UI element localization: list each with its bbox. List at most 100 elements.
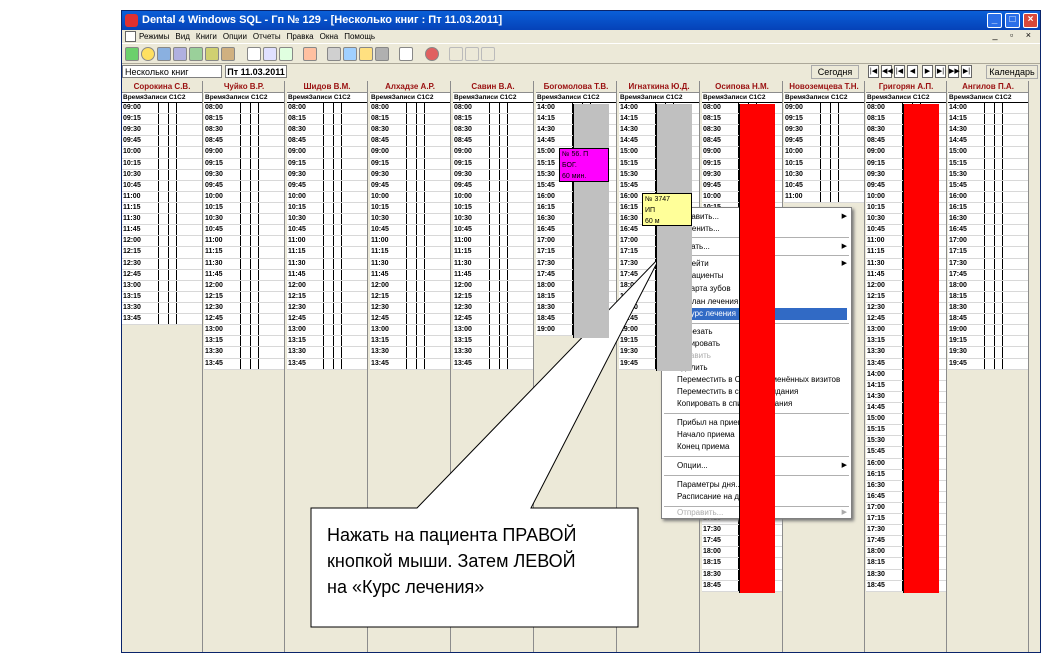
time-slot[interactable]: 11:45 [453,269,533,281]
nav-next-month-icon[interactable]: ▶▶ [948,65,960,78]
time-slot[interactable]: 15:45 [948,180,1028,192]
time-slot[interactable]: 15:30 [948,169,1028,181]
time-slot[interactable]: 10:15 [370,202,450,215]
time-slot[interactable]: 09:15 [784,114,864,126]
time-slot[interactable]: 12:30 [204,302,284,315]
time-slot[interactable]: 10:30 [370,214,450,226]
nav-prev-month-icon[interactable]: ◀◀ [881,65,893,78]
doctor-name[interactable]: Шидов В.М. [287,81,367,93]
mdi-controls[interactable]: _ ▫ × [993,30,1036,40]
time-slot[interactable]: 15:00 [948,147,1028,159]
time-slot[interactable]: 16:15 [948,202,1028,215]
toolbar-tooth-icon[interactable] [359,47,373,61]
time-slot[interactable]: 10:15 [784,158,864,170]
close-button[interactable]: × [1023,13,1038,28]
doctor-name[interactable]: Новоземцева Т.Н. [784,81,864,93]
time-slot[interactable]: 10:30 [122,169,202,181]
time-slot[interactable]: 08:30 [204,125,284,137]
time-slot[interactable]: 12:15 [287,291,367,303]
appointment-block[interactable]: № 3747 ИП 60 м [642,192,692,227]
minimize-button[interactable]: _ [987,13,1002,28]
time-slot[interactable]: 10:45 [204,225,284,237]
time-slot[interactable]: 09:45 [370,180,450,192]
time-slot[interactable]: 13:00 [453,325,533,337]
doctor-name[interactable]: Осипова Н.М. [702,81,782,93]
time-slot[interactable]: 08:00 [453,103,533,115]
time-slot[interactable]: 09:30 [122,125,202,137]
time-slot[interactable]: 09:00 [784,103,864,115]
toolbar-calendar-icon[interactable] [125,47,139,61]
time-slot[interactable]: 12:00 [370,280,450,292]
time-slot[interactable]: 13:30 [370,347,450,359]
time-slot[interactable]: 13:15 [204,336,284,348]
nav-first-icon[interactable]: |◀ [868,65,879,78]
time-slot[interactable]: 09:45 [204,180,284,192]
doctor-name[interactable]: Алхадзе А.Р. [370,81,450,93]
toolbar-building-icon[interactable] [375,47,389,61]
time-slot[interactable]: 17:15 [948,247,1028,259]
toolbar-back-icon[interactable] [303,47,317,61]
time-slot[interactable]: 12:15 [204,291,284,303]
time-slot[interactable]: 11:00 [204,236,284,248]
time-slot[interactable]: 11:30 [204,258,284,270]
time-slot[interactable]: 11:45 [287,269,367,281]
time-slot[interactable]: 08:00 [287,103,367,115]
time-slot[interactable]: 10:45 [370,225,450,237]
doctor-name[interactable]: Ангилов П.А. [948,81,1028,93]
time-slot[interactable]: 08:45 [204,136,284,148]
time-slot[interactable]: 09:15 [453,158,533,170]
time-slot[interactable]: 13:30 [287,347,367,359]
time-slot[interactable]: 09:30 [453,169,533,181]
time-slot[interactable]: 13:15 [287,336,367,348]
toolbar-print-icon[interactable] [399,47,413,61]
time-slot[interactable]: 13:45 [453,358,533,370]
time-slot[interactable]: 10:15 [453,202,533,215]
time-slot[interactable]: 13:00 [287,325,367,337]
nav-next-icon[interactable]: ▶ [922,65,933,78]
time-slot[interactable]: 10:00 [122,147,202,159]
time-slot[interactable]: 11:00 [287,236,367,248]
menu-books[interactable]: Книги [196,32,217,41]
time-slot[interactable]: 18:30 [948,302,1028,315]
time-slot[interactable]: 13:45 [370,358,450,370]
time-slot[interactable]: 09:15 [287,158,367,170]
toolbar-tools-icon[interactable] [221,47,235,61]
time-slot[interactable]: 08:15 [453,114,533,126]
time-slot[interactable]: 13:45 [204,358,284,370]
time-slot[interactable]: 13:00 [122,280,202,292]
menu-options[interactable]: Опции [223,32,247,41]
menu-windows[interactable]: Окна [320,32,339,41]
time-slot[interactable]: 19:15 [948,336,1028,348]
time-slot[interactable]: 14:30 [948,125,1028,137]
time-slot[interactable]: 08:15 [370,114,450,126]
time-slot[interactable]: 10:45 [287,225,367,237]
time-slot[interactable]: 10:45 [784,180,864,192]
time-slot[interactable]: 13:30 [453,347,533,359]
time-slot[interactable]: 12:30 [287,302,367,315]
time-slot[interactable]: 17:45 [948,269,1028,281]
time-slot[interactable]: 11:00 [453,236,533,248]
time-slot[interactable]: 09:15 [204,158,284,170]
time-slot[interactable]: 09:00 [287,147,367,159]
time-slot[interactable]: 16:30 [948,214,1028,226]
time-slot[interactable]: 08:45 [453,136,533,148]
doctor-name[interactable]: Савин В.А. [453,81,533,93]
time-slot[interactable]: 11:45 [204,269,284,281]
time-slot[interactable]: 12:30 [453,302,533,315]
time-slot[interactable]: 18:15 [948,291,1028,303]
toolbar-patient-icon[interactable] [343,47,357,61]
toolbar-chart-icon[interactable] [189,47,203,61]
time-slot[interactable]: 12:45 [287,314,367,326]
time-slot[interactable]: 19:30 [948,347,1028,359]
time-slot[interactable]: 11:00 [370,236,450,248]
time-slot[interactable]: 11:30 [122,214,202,226]
time-slot[interactable]: 13:15 [122,291,202,303]
time-slot[interactable]: 08:15 [204,114,284,126]
time-slot[interactable]: 15:15 [948,158,1028,170]
time-slot[interactable]: 10:30 [287,214,367,226]
appointment-block[interactable]: № 56. П БОГ. 60 мин. [559,148,609,182]
menu-modes[interactable]: Режимы [139,32,169,41]
time-slot[interactable]: 11:30 [370,258,450,270]
time-slot[interactable]: 08:30 [370,125,450,137]
books-field[interactable]: Несколько книг [122,65,222,78]
